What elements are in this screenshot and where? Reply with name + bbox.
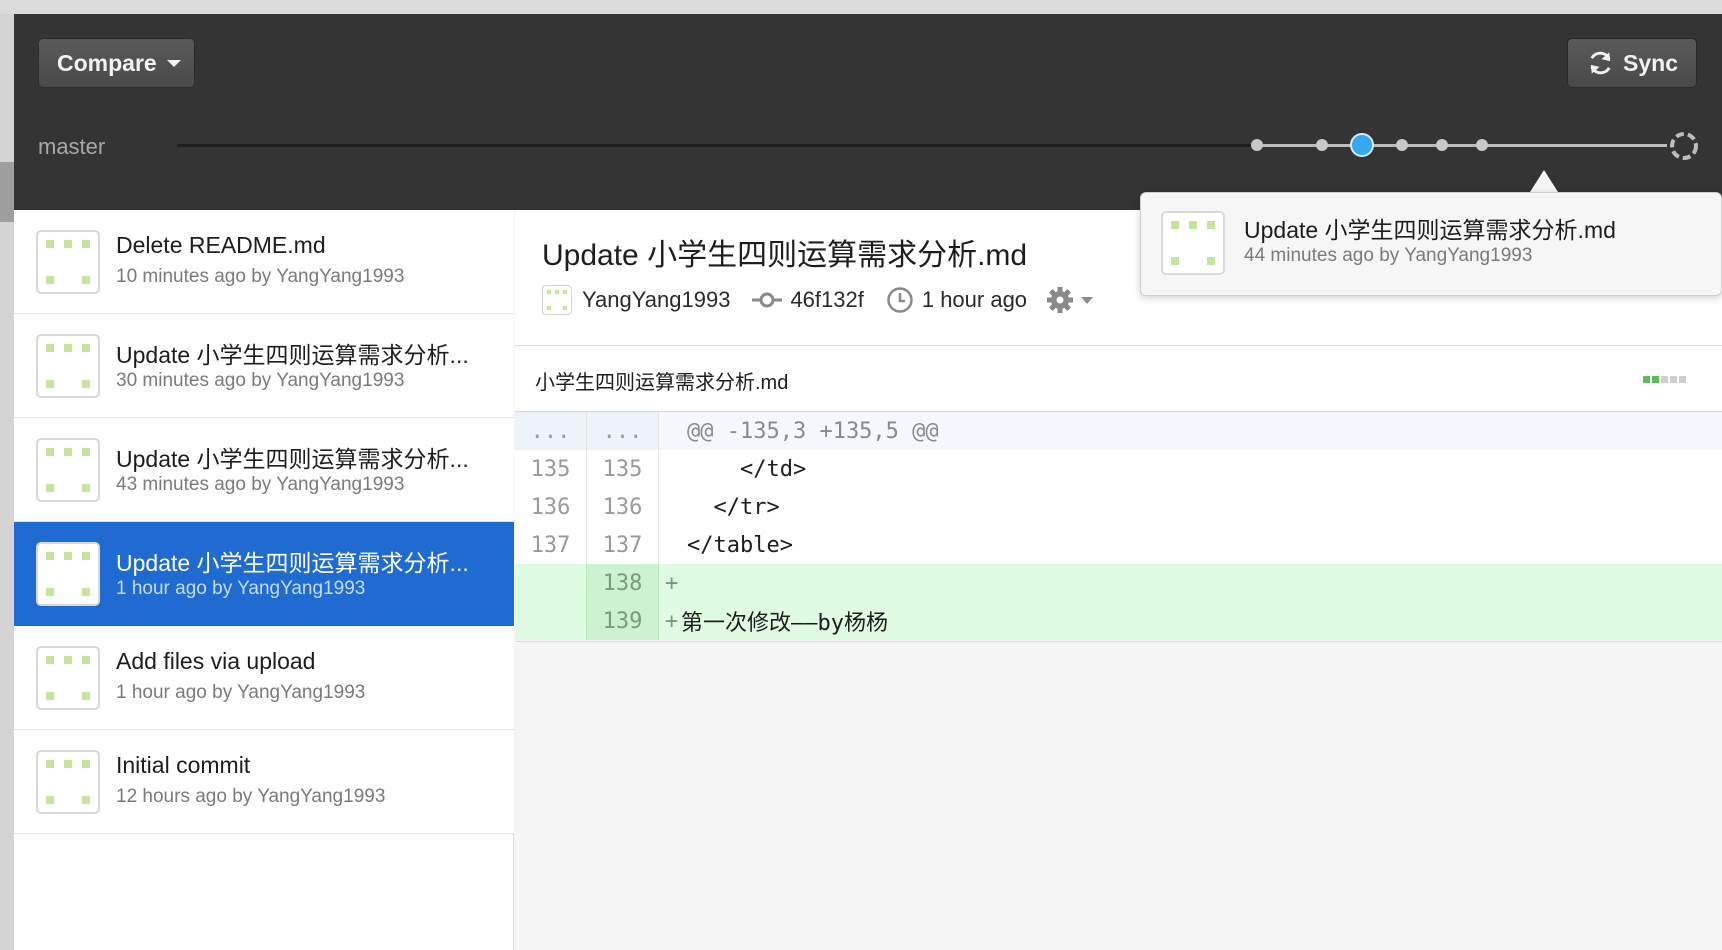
new-line-number: 136 xyxy=(587,488,659,526)
diffstat xyxy=(1643,376,1686,383)
old-line-number: 135 xyxy=(515,450,587,488)
diff-code: </tr> xyxy=(687,494,780,520)
window-left-edge xyxy=(0,14,14,950)
timeline-commit-popover[interactable]: Update 小学生四则运算需求分析.md 44 minutes ago by … xyxy=(1140,192,1722,296)
clock-icon xyxy=(887,287,913,313)
compare-button[interactable]: Compare xyxy=(38,38,195,88)
old-line-number: ... xyxy=(515,412,587,450)
diff-context-line: 137 137 </table> xyxy=(515,526,1722,564)
diff-context-line: 135 135 </td> xyxy=(515,450,1722,488)
avatar xyxy=(36,230,100,294)
commit-meta: 1 hour ago by YangYang1993 xyxy=(116,578,366,599)
diff-code: </td> xyxy=(687,456,807,482)
avatar xyxy=(36,646,100,710)
file-header[interactable]: 小学生四则运算需求分析.md xyxy=(515,346,1722,412)
timeline-commit-dot[interactable] xyxy=(1436,139,1448,151)
commit-item[interactable]: Update 小学生四则运算需求分析... 30 minutes ago by … xyxy=(14,314,514,418)
commit-time: 1 hour ago xyxy=(921,287,1028,312)
commit-title: Initial commit xyxy=(116,752,251,778)
diff-view: ... ... @@ -135,3 +135,5 @@ 135 135 </td… xyxy=(515,412,1722,642)
commit-meta: 43 minutes ago by YangYang1993 xyxy=(116,474,405,495)
commit-item[interactable]: Initial commit 12 hours ago by YangYang1… xyxy=(14,730,514,834)
timeline-commit-dot[interactable] xyxy=(1396,139,1408,151)
diff-context-line: 136 136 </tr> xyxy=(515,488,1722,526)
diff-add-sign: + xyxy=(665,608,679,634)
diff-code: 第一次修改——by杨杨 xyxy=(681,611,888,636)
file-name: 小学生四则运算需求分析.md xyxy=(535,372,789,394)
old-line-number: 137 xyxy=(515,526,587,564)
gear-icon xyxy=(1047,287,1074,313)
new-line-number: 135 xyxy=(587,450,659,488)
commit-title: Delete README.md xyxy=(116,232,326,258)
timeline-commit-dot[interactable] xyxy=(1476,139,1488,151)
hunk-range: @@ -135,3 +135,5 @@ xyxy=(687,418,939,444)
commit-list: Delete README.md 10 minutes ago by YangY… xyxy=(14,210,514,950)
avatar xyxy=(36,334,100,398)
timeline-commit-dot[interactable] xyxy=(1316,139,1328,151)
toolbar: Compare Sync master xyxy=(14,14,1722,210)
new-line-number: 138 xyxy=(587,564,659,602)
old-line-number: 136 xyxy=(515,488,587,526)
new-line-number: 137 xyxy=(587,526,659,564)
avatar xyxy=(36,438,100,502)
commit-title: Update 小学生四则运算需求分析... xyxy=(116,550,469,576)
commit-item[interactable]: Delete README.md 10 minutes ago by YangY… xyxy=(14,210,514,314)
commit-meta: 10 minutes ago by YangYang1993 xyxy=(116,266,405,287)
commit-details: Update 小学生四则运算需求分析.md YangYang1993 46f13… xyxy=(515,210,1722,950)
sync-label: Sync xyxy=(1623,49,1678,76)
avatar xyxy=(36,750,100,814)
diff-hunk-header[interactable]: ... ... @@ -135,3 +135,5 @@ xyxy=(515,412,1722,450)
popover-commit-meta: 44 minutes ago by YangYang1993 xyxy=(1244,245,1533,266)
app-window: Compare Sync master Delete README.md 10 … xyxy=(14,14,1722,950)
old-line-number xyxy=(515,564,587,602)
uncommitted-changes-icon[interactable] xyxy=(1668,130,1700,162)
commit-title: Update 小学生四则运算需求分析... xyxy=(116,342,469,368)
compare-label: Compare xyxy=(57,49,157,76)
diff-added-line: 138 + xyxy=(515,564,1722,602)
commit-detail-meta: YangYang1993 46f132f 1 hour ago xyxy=(542,282,1094,318)
commit-item[interactable]: Add files via upload 1 hour ago by YangY… xyxy=(14,626,514,730)
new-line-number: 139 xyxy=(587,602,659,640)
commit-item-selected[interactable]: Update 小学生四则运算需求分析... 1 hour ago by Yang… xyxy=(14,522,514,626)
sync-button[interactable]: Sync xyxy=(1567,38,1697,88)
commit-meta: 30 minutes ago by YangYang1993 xyxy=(116,370,405,391)
diff-add-sign: + xyxy=(665,570,679,596)
old-line-number xyxy=(515,602,587,640)
commit-author[interactable]: YangYang1993 xyxy=(582,287,730,313)
commit-meta: 1 hour ago by YangYang1993 xyxy=(116,682,366,703)
diff-code: </table> xyxy=(687,532,793,558)
commit-icon xyxy=(752,292,783,308)
commit-title: Update 小学生四则运算需求分析... xyxy=(116,446,469,472)
commit-options-menu[interactable] xyxy=(1045,285,1094,315)
commit-sha[interactable]: 46f132f xyxy=(790,287,863,313)
avatar xyxy=(36,542,100,606)
popover-arrow xyxy=(1530,170,1558,192)
sync-icon xyxy=(1590,51,1611,75)
author-avatar xyxy=(542,285,572,315)
branch-name[interactable]: master xyxy=(38,134,105,160)
avatar xyxy=(1161,211,1225,275)
diff-added-line: 139 + 第一次修改——by杨杨 xyxy=(515,602,1722,640)
timeline-commit-dot[interactable] xyxy=(1251,139,1263,151)
commit-item[interactable]: Update 小学生四则运算需求分析... 43 minutes ago by … xyxy=(14,418,514,522)
timeline-commit-dot-selected[interactable] xyxy=(1350,133,1374,157)
chevron-down-icon xyxy=(166,59,181,67)
window-top-edge xyxy=(0,0,1722,14)
popover-commit-title: Update 小学生四则运算需求分析.md xyxy=(1244,217,1616,243)
commit-detail-title: Update 小学生四则运算需求分析.md xyxy=(542,239,1028,272)
commit-meta: 12 hours ago by YangYang1993 xyxy=(116,786,386,807)
commit-title: Add files via upload xyxy=(116,648,316,674)
chevron-down-icon xyxy=(1081,296,1094,304)
new-line-number: ... xyxy=(587,412,659,450)
